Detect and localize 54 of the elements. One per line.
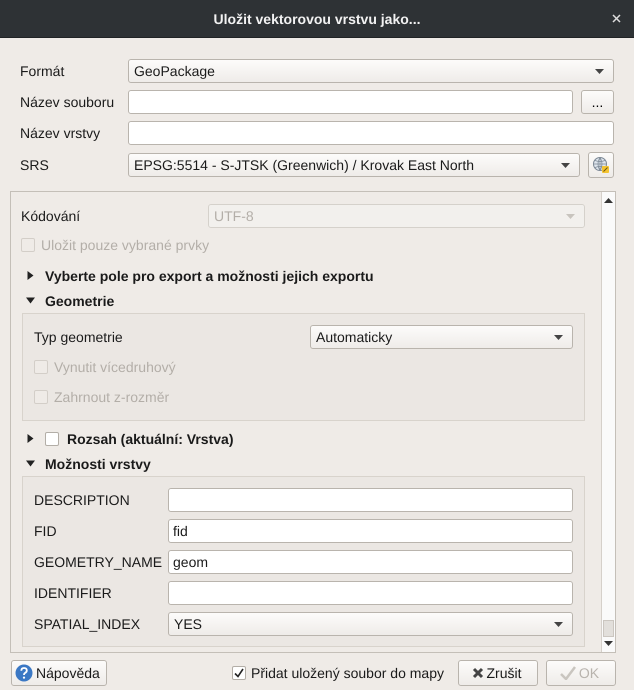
- checkbox-label: Přidat uložený soubor do mapy: [251, 665, 444, 681]
- dropdown[interactable]: YES: [168, 612, 573, 636]
- collapse-arrow-icon[interactable]: [26, 296, 35, 305]
- window-title: Uložit vektorovou vrstvu jako...: [214, 10, 420, 26]
- expand-arrow-icon[interactable]: [26, 271, 35, 280]
- field-label: GEOMETRY_NAME: [34, 554, 164, 570]
- help-button[interactable]: Nápověda: [11, 660, 107, 686]
- checkbox-label: Zahrnout z-rozměr: [54, 389, 170, 405]
- checkbox[interactable]: [232, 666, 246, 680]
- field-label: Formát: [20, 63, 66, 79]
- text-field[interactable]: [168, 488, 573, 512]
- checkbox-label: Uložit pouze vybrané prvky: [41, 237, 210, 253]
- browse-button[interactable]: ...: [581, 90, 614, 114]
- dropdown-arrow-icon: [561, 162, 570, 168]
- dropdown[interactable]: EPSG:5514 - S-JTSK (Greenwich) / Krovak East North: [128, 153, 580, 177]
- scroll-up-arrow-icon[interactable]: [604, 198, 613, 203]
- scrollbar[interactable]: [601, 192, 615, 652]
- field-label: IDENTIFIER: [34, 585, 113, 601]
- dropdown-arrow-icon: [554, 334, 563, 340]
- help-icon: [15, 664, 33, 682]
- checkmark-icon: [560, 666, 576, 680]
- checkbox[interactable]: [45, 432, 59, 446]
- cancel-button[interactable]: Zrušit: [458, 660, 538, 686]
- section-title[interactable]: Možnosti vrstvy: [45, 456, 151, 472]
- dropdown-arrow-icon: [554, 622, 563, 626]
- field-label: SRS: [20, 157, 50, 173]
- text-field[interactable]: [168, 581, 573, 605]
- dropdown-arrow-icon: [595, 68, 604, 74]
- close-icon: [472, 667, 484, 679]
- field-label: FID: [34, 523, 58, 539]
- section-title[interactable]: Vyberte pole pro export a možnosti jejich exportu: [45, 268, 374, 284]
- field-label: Kódování: [21, 208, 82, 224]
- expand-arrow-icon[interactable]: [26, 434, 35, 443]
- field-label: Název vrstvy: [20, 125, 102, 141]
- section-title[interactable]: Geometrie: [45, 292, 114, 308]
- collapse-arrow-icon[interactable]: [26, 459, 35, 468]
- dropdown-arrow-icon: [566, 214, 575, 218]
- field-label: Název souboru: [20, 94, 116, 110]
- crs-select-button[interactable]: [588, 152, 614, 178]
- scrollbar-thumb[interactable]: [603, 620, 614, 637]
- layer-name-field[interactable]: [128, 121, 614, 145]
- text-field[interactable]: geom: [168, 550, 573, 574]
- checkbox-label: Vynutit vícedruhový: [54, 359, 176, 375]
- text-field[interactable]: fid: [168, 519, 573, 543]
- close-icon[interactable]: [612, 14, 621, 23]
- dropdown[interactable]: Automaticky: [310, 325, 573, 349]
- scroll-down-arrow-icon[interactable]: [604, 641, 613, 646]
- dropdown[interactable]: GeoPackage: [128, 59, 614, 83]
- section-title[interactable]: Rozsah (aktuální: Vrstva): [67, 430, 234, 446]
- field-label: SPATIAL_INDEX: [34, 616, 142, 632]
- globe-icon: [592, 156, 610, 174]
- field-label: Typ geometrie: [34, 329, 124, 345]
- field-label: DESCRIPTION: [34, 492, 131, 508]
- file-name-field[interactable]: [128, 90, 573, 114]
